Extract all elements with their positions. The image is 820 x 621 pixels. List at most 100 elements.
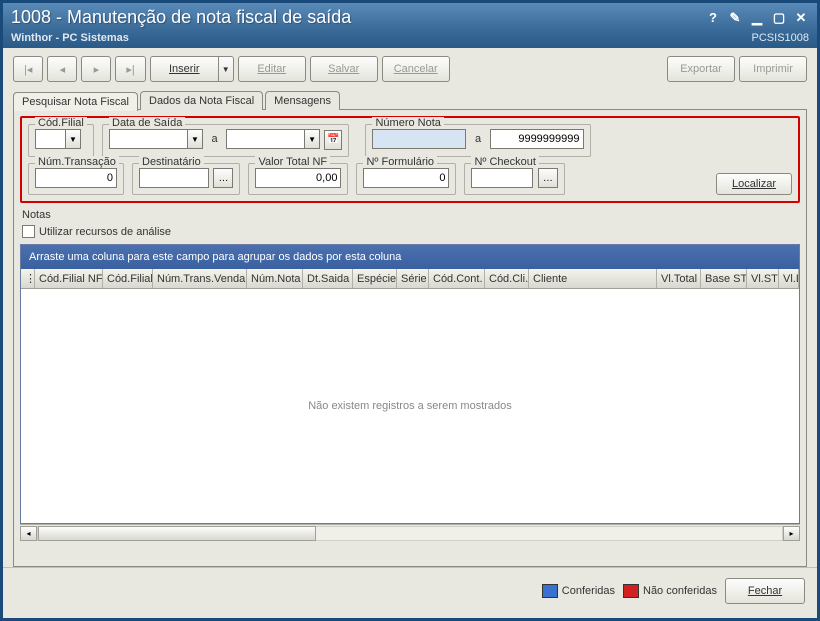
tabs: Pesquisar Nota Fiscal Dados da Nota Fisc… bbox=[3, 90, 817, 109]
editar-button[interactable]: Editar bbox=[238, 56, 306, 82]
grid-body: Não existem registros a serem mostrados bbox=[21, 289, 799, 523]
nav-last-button[interactable]: ▸| bbox=[115, 56, 145, 82]
nav-next-button[interactable]: ▸ bbox=[81, 56, 111, 82]
help-icon[interactable]: ? bbox=[705, 10, 721, 26]
cod-filial-dropdown[interactable]: ▼ bbox=[65, 129, 81, 149]
col-dt-saida[interactable]: Dt.Saida bbox=[303, 269, 353, 288]
valor-total-input[interactable] bbox=[255, 168, 341, 188]
lbl-numero-nota: Número Nota bbox=[372, 117, 443, 129]
n-checkout-lookup-button[interactable]: … bbox=[538, 168, 558, 188]
edit-window-icon[interactable]: ✎ bbox=[727, 10, 743, 26]
grp-destinatario: Destinatário … bbox=[132, 163, 240, 196]
screen-code: PCSIS1008 bbox=[752, 32, 809, 44]
toolbar: |◂ ◂ ▸ ▸| Inserir ▼ Editar Salvar Cancel… bbox=[3, 48, 817, 88]
numero-nota-sep: a bbox=[471, 133, 485, 145]
scroll-track[interactable] bbox=[37, 526, 783, 541]
col-num-trans-venda[interactable]: Núm.Trans.Venda bbox=[153, 269, 247, 288]
grp-n-checkout: Nº Checkout … bbox=[464, 163, 564, 196]
calendar-icon[interactable]: 📅 bbox=[324, 130, 342, 150]
n-formulario-input[interactable] bbox=[363, 168, 449, 188]
lbl-n-formulario: Nº Formulário bbox=[363, 156, 437, 168]
inserir-dropdown-button[interactable]: ▼ bbox=[218, 56, 234, 82]
main-area: |◂ ◂ ▸ ▸| Inserir ▼ Editar Salvar Cancel… bbox=[3, 48, 817, 618]
num-transacao-input[interactable] bbox=[35, 168, 117, 188]
sub-titlebar: Winthor - PC Sistemas PCSIS1008 bbox=[3, 30, 817, 48]
window-title: 1008 - Manutenção de nota fiscal de saíd… bbox=[11, 7, 699, 28]
destinatario-input[interactable] bbox=[139, 168, 209, 188]
numero-nota-to-input[interactable] bbox=[490, 129, 584, 149]
numero-nota-from-input[interactable] bbox=[372, 129, 466, 149]
col-cod-filial[interactable]: Cód.Filial bbox=[103, 269, 153, 288]
grp-valor-total: Valor Total NF bbox=[248, 163, 348, 196]
col-serie[interactable]: Série bbox=[397, 269, 429, 288]
tab-panel: Cód.Filial ▼ Data de Saída ▼ a bbox=[13, 109, 807, 567]
tab-mensagens[interactable]: Mensagens bbox=[265, 91, 340, 110]
imprimir-button[interactable]: Imprimir bbox=[739, 56, 807, 82]
grid-columns: ⋮ Cód.Filial NF Cód.Filial Núm.Trans.Ven… bbox=[21, 269, 799, 289]
grid-group-bar[interactable]: Arraste uma coluna para este campo para … bbox=[21, 245, 799, 269]
nav-first-icon: |◂ bbox=[24, 63, 32, 76]
col-vl-st[interactable]: Vl.ST bbox=[747, 269, 779, 288]
swatch-conferidas bbox=[542, 584, 558, 598]
inserir-button[interactable]: Inserir bbox=[150, 56, 218, 82]
search-filters: Cód.Filial ▼ Data de Saída ▼ a bbox=[20, 116, 800, 203]
app-window: 1008 - Manutenção de nota fiscal de saíd… bbox=[3, 3, 817, 618]
legend-nao-conferidas: Não conferidas bbox=[623, 584, 717, 598]
grp-cod-filial: Cód.Filial ▼ bbox=[28, 124, 94, 157]
lbl-n-checkout: Nº Checkout bbox=[471, 156, 539, 168]
analise-checkbox[interactable] bbox=[22, 225, 35, 238]
analise-checkbox-row: Utilizar recursos de análise bbox=[22, 225, 800, 238]
col-base-st[interactable]: Base ST bbox=[701, 269, 747, 288]
scroll-right-button[interactable]: ▸ bbox=[783, 526, 800, 541]
scroll-thumb[interactable] bbox=[38, 526, 316, 541]
maximize-icon[interactable]: ▢ bbox=[771, 10, 787, 26]
col-num-nota[interactable]: Núm.Nota bbox=[247, 269, 303, 288]
salvar-button[interactable]: Salvar bbox=[310, 56, 378, 82]
col-vl-de[interactable]: Vl.De bbox=[779, 269, 799, 288]
legend-nao-conferidas-label: Não conferidas bbox=[643, 585, 717, 597]
col-vl-total[interactable]: Vl.Total bbox=[657, 269, 701, 288]
col-cod-cli[interactable]: Cód.Cli. bbox=[485, 269, 529, 288]
tab-pesquisar[interactable]: Pesquisar Nota Fiscal bbox=[13, 92, 138, 111]
grid-empty-text: Não existem registros a serem mostrados bbox=[308, 400, 512, 412]
nav-prev-button[interactable]: ◂ bbox=[47, 56, 77, 82]
system-name: Winthor - PC Sistemas bbox=[11, 32, 752, 44]
scroll-left-button[interactable]: ◂ bbox=[20, 526, 37, 541]
grp-data-saida: Data de Saída ▼ a ▼ 📅 bbox=[102, 124, 349, 157]
close-icon[interactable]: ✕ bbox=[793, 10, 809, 26]
n-checkout-input[interactable] bbox=[471, 168, 533, 188]
col-especie[interactable]: Espécie bbox=[353, 269, 397, 288]
data-saida-to-input[interactable] bbox=[226, 129, 304, 149]
nav-last-icon: ▸| bbox=[126, 63, 134, 76]
tab-dados[interactable]: Dados da Nota Fiscal bbox=[140, 91, 263, 110]
cod-filial-input[interactable] bbox=[35, 129, 65, 149]
col-cliente[interactable]: Cliente bbox=[529, 269, 657, 288]
data-saida-from-dropdown[interactable]: ▼ bbox=[187, 129, 203, 149]
col-cod-cont[interactable]: Cód.Cont. bbox=[429, 269, 485, 288]
col-cod-filial-nf[interactable]: Cód.Filial NF bbox=[35, 269, 103, 288]
swatch-nao-conferidas bbox=[623, 584, 639, 598]
lbl-destinatario: Destinatário bbox=[139, 156, 204, 168]
lbl-data-saida: Data de Saída bbox=[109, 117, 185, 129]
nav-next-icon: ▸ bbox=[94, 63, 100, 76]
lbl-valor-total: Valor Total NF bbox=[255, 156, 330, 168]
chevron-down-icon: ▼ bbox=[222, 65, 230, 74]
lbl-num-transacao: Núm.Transação bbox=[35, 156, 119, 168]
exportar-button[interactable]: Exportar bbox=[667, 56, 735, 82]
results-grid: Arraste uma coluna para este campo para … bbox=[20, 244, 800, 524]
destinatario-lookup-button[interactable]: … bbox=[213, 168, 233, 188]
localizar-button[interactable]: Localizar bbox=[716, 173, 792, 195]
nav-first-button[interactable]: |◂ bbox=[13, 56, 43, 82]
grid-selector-col[interactable]: ⋮ bbox=[21, 269, 35, 288]
grid-hscrollbar[interactable]: ◂ ▸ bbox=[20, 524, 800, 541]
minimize-icon[interactable]: ▁ bbox=[749, 10, 765, 26]
data-saida-from-input[interactable] bbox=[109, 129, 187, 149]
notas-header: Notas bbox=[22, 209, 800, 221]
cancelar-button[interactable]: Cancelar bbox=[382, 56, 450, 82]
fechar-button[interactable]: Fechar bbox=[725, 578, 805, 604]
grp-numero-nota: Número Nota a bbox=[365, 124, 590, 157]
analise-checkbox-label: Utilizar recursos de análise bbox=[39, 226, 171, 238]
data-saida-to-dropdown[interactable]: ▼ bbox=[304, 129, 320, 149]
data-saida-sep: a bbox=[207, 133, 221, 145]
grp-n-formulario: Nº Formulário bbox=[356, 163, 456, 196]
